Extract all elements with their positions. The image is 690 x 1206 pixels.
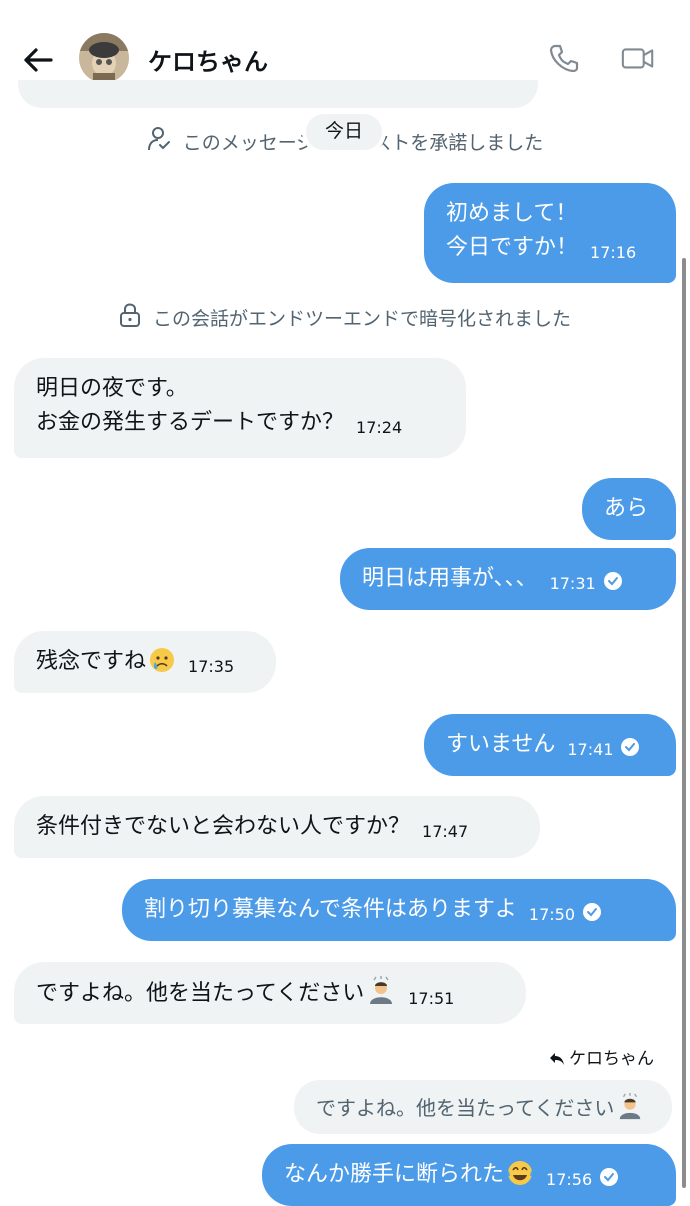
message-text: 割り切り募集なんで条件はありますよ xyxy=(144,897,517,922)
message-text: 初めまして！ xyxy=(446,201,578,226)
read-check-icon xyxy=(603,572,622,590)
bowing-person-icon xyxy=(366,976,396,1017)
read-check-icon xyxy=(600,1168,619,1186)
message-text: すいません xyxy=(446,732,556,757)
date-divider: 今日 xyxy=(306,114,382,150)
message-bubble-incoming[interactable]: 明日の夜です。 お金の発生するデートですか？ 17:24 xyxy=(14,358,466,458)
encryption-notice: この会話がエンドツーエンドで暗号化されました xyxy=(0,302,690,333)
message-time: 17:50 xyxy=(528,905,576,924)
message-bubble-incoming[interactable]: 条件付きでないと会わない人ですか？ 17:47 xyxy=(14,796,540,858)
phone-icon[interactable] xyxy=(546,40,582,76)
tears-of-joy-icon xyxy=(506,1159,534,1198)
message-text: なんか勝手に断られた xyxy=(284,1162,505,1187)
avatar[interactable] xyxy=(79,33,129,83)
crying-face-icon xyxy=(148,646,176,685)
back-arrow-icon[interactable] xyxy=(18,40,58,80)
message-text: あら xyxy=(604,496,649,521)
read-check-icon xyxy=(621,738,640,756)
message-text: 条件付きでないと会わない人ですか？ xyxy=(36,814,411,839)
message-bubble-outgoing[interactable]: すいません 17:41 xyxy=(424,714,676,776)
message-bubble-outgoing[interactable]: 割り切り募集なんで条件はありますよ 17:50 xyxy=(122,879,676,941)
message-bubble-outgoing[interactable]: あら xyxy=(582,478,676,540)
message-bubble-outgoing[interactable]: 初めまして！ 今日ですか！ 17:16 xyxy=(424,183,676,283)
message-time: 17:16 xyxy=(590,243,637,262)
encryption-text: この会話がエンドツーエンドで暗号化されました xyxy=(152,308,571,330)
message-bubble-outgoing[interactable]: なんか勝手に断られた 17:56 xyxy=(262,1144,676,1206)
message-text: 今日ですか！ xyxy=(446,235,579,260)
message-time: 17:24 xyxy=(356,418,403,437)
scrollbar[interactable] xyxy=(682,258,686,1188)
message-time: 17:47 xyxy=(422,822,469,841)
quoted-message[interactable]: ですよね。他を当たってください xyxy=(294,1080,672,1134)
message-text: 明日の夜です。 xyxy=(36,376,188,401)
read-check-icon xyxy=(583,903,602,921)
contact-name[interactable]: ケロちゃん xyxy=(148,42,268,77)
previous-message-bubble xyxy=(18,80,538,108)
quoted-text: ですよね。他を当たってください xyxy=(316,1096,615,1120)
message-time: 17:31 xyxy=(549,574,596,593)
reply-to-label: ケロちゃん xyxy=(549,1044,654,1071)
message-text: お金の発生するデートですか？ xyxy=(36,410,345,435)
message-text: 残念ですね xyxy=(36,649,147,674)
message-time: 17:56 xyxy=(546,1170,593,1189)
reply-to-name: ケロちゃん xyxy=(569,1049,654,1069)
person-check-icon xyxy=(147,126,171,157)
message-time: 17:51 xyxy=(408,989,455,1008)
message-bubble-outgoing[interactable]: 明日は用事が、、、 17:31 xyxy=(340,548,676,610)
video-call-icon[interactable] xyxy=(620,40,656,76)
message-bubble-incoming[interactable]: 残念ですね 17:35 xyxy=(14,631,276,693)
message-bubble-incoming[interactable]: ですよね。他を当たってください 17:51 xyxy=(14,962,526,1024)
message-text: ですよね。他を当たってください xyxy=(36,981,365,1006)
reply-arrow-icon xyxy=(549,1051,565,1071)
message-time: 17:41 xyxy=(567,740,614,759)
message-text: 明日は用事が、、、 xyxy=(362,566,538,591)
lock-icon xyxy=(119,302,141,333)
bowing-person-icon xyxy=(616,1093,644,1126)
message-time: 17:35 xyxy=(188,657,235,676)
